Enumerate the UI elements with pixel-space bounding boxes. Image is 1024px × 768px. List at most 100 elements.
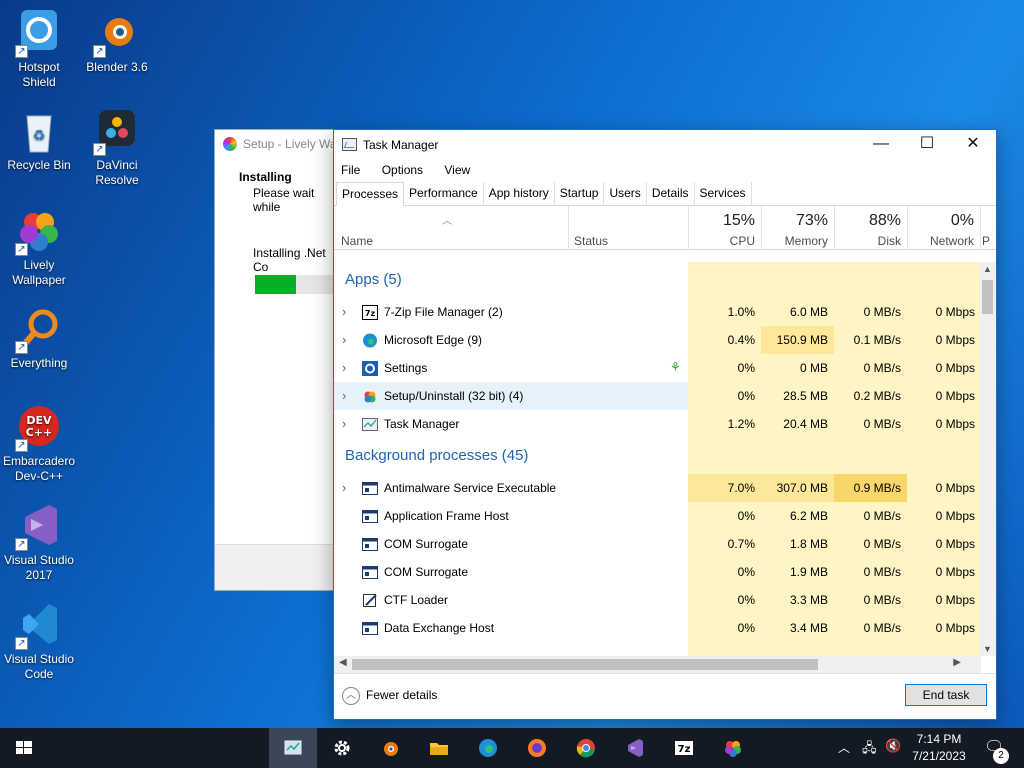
tab-app-history[interactable]: App history <box>484 182 555 205</box>
column-divider[interactable] <box>980 206 981 250</box>
desktop-icon-hotspot-shield[interactable]: ↗ Hotspot Shield <box>0 10 78 90</box>
process-name: Data Exchange Host <box>384 621 495 635</box>
background-rows: › Antimalware Service Executable 7.0% 307.0… <box>334 474 981 642</box>
desktop-icon-lively-wallpaper[interactable]: ↗ Lively Wallpaper <box>0 208 78 288</box>
menu-view[interactable]: View <box>444 163 470 177</box>
end-task-button[interactable]: End task <box>905 684 987 706</box>
desktop-icon-blender[interactable]: ↗ Blender 3.6 <box>78 10 156 75</box>
disk-value: 0.2 MB/s <box>853 389 901 403</box>
scroll-left-icon[interactable]: ◀ <box>339 657 347 668</box>
network-value: 0 Mbps <box>935 361 975 375</box>
taskbar-task-manager[interactable] <box>269 728 317 768</box>
show-hidden-icons-chevron-icon[interactable]: ︿ <box>838 739 850 768</box>
shortcut-arrow-icon: ↗ <box>93 143 106 156</box>
column-cpu[interactable]: 15% CPU <box>688 206 761 250</box>
process-name: COM Surrogate <box>384 537 469 551</box>
tab-details[interactable]: Details <box>647 182 695 205</box>
disk-value: 0 MB/s <box>863 621 901 635</box>
desktop-icon-vscode[interactable]: ↗ Visual Studio Code <box>0 602 78 682</box>
expand-chevron-icon[interactable]: › <box>342 326 346 354</box>
start-button[interactable] <box>0 728 48 768</box>
table-row[interactable]: COM Surrogate 0% 1.9 MB 0 MB/s 0 Mbps <box>334 558 981 586</box>
desktop-icon-label: Everything <box>10 356 68 370</box>
network-value: 0 Mbps <box>935 389 975 403</box>
tab-performance[interactable]: Performance <box>404 182 484 205</box>
desktop-icon-everything[interactable]: ↗ Everything <box>0 306 78 371</box>
setup-heading: Installing <box>239 170 292 184</box>
desktop-icon-devcpp[interactable]: DEV C++ ↗ Embarcadero Dev-C++ <box>0 404 78 484</box>
expand-chevron-icon[interactable]: › <box>342 474 346 502</box>
maximize-button[interactable]: ☐ <box>904 130 950 160</box>
vertical-scrollbar[interactable]: ▲ ▼ <box>979 262 996 656</box>
taskbar-chrome[interactable] <box>562 728 610 768</box>
table-row[interactable]: CTF Loader 0% 3.3 MB 0 MB/s 0 Mbps <box>334 586 981 614</box>
taskbar-edge[interactable] <box>464 728 512 768</box>
column-status[interactable]: Status <box>574 234 608 248</box>
column-power[interactable]: P <box>982 206 996 250</box>
taskbar: 7z ︿ 🖧 🔇 7:14 PM 7/21/2023 🗨 2 <box>0 728 1024 768</box>
tab-users[interactable]: Users <box>604 182 647 205</box>
system-clock[interactable]: 7:14 PM 7/21/2023 <box>908 731 970 765</box>
taskbar-settings[interactable] <box>318 728 366 768</box>
window-footer: ︿ Fewer details End task <box>334 673 996 719</box>
column-divider[interactable] <box>568 206 569 250</box>
tab-services[interactable]: Services <box>695 182 752 205</box>
table-row[interactable]: › Antimalware Service Executable 7.0% 307.0… <box>334 474 981 502</box>
table-row[interactable]: › Setup/Uninstall (32 bit) (4) 0% 28.5 MB 0.… <box>334 382 981 410</box>
menu-options[interactable]: Options <box>382 163 423 177</box>
desktop-icon-label: DaVinci Resolve <box>95 158 139 187</box>
table-row[interactable]: Data Exchange Host 0% 3.4 MB 0 MB/s 0 Mbps <box>334 614 981 642</box>
column-network[interactable]: 0% Network <box>907 206 980 250</box>
setup-title-bar[interactable]: Setup - Lively Wa <box>215 130 343 160</box>
taskbar-lively-wallpaper[interactable] <box>709 728 757 768</box>
taskbar-blender[interactable] <box>366 728 414 768</box>
menu-file[interactable]: File <box>341 163 360 177</box>
table-row[interactable]: › Task Manager 1.2% 20.4 MB 0 MB/s 0 Mbps <box>334 410 981 438</box>
desktop-icon-recycle-bin[interactable]: ♻ Recycle Bin <box>0 108 78 173</box>
task-manager-window[interactable]: Task Manager — ☐ ✕ File Options View Pro… <box>333 129 997 720</box>
network-value: 0 Mbps <box>935 481 975 495</box>
disk-value: 0 MB/s <box>863 565 901 579</box>
desktop-icon-davinci-resolve[interactable]: ↗ DaVinci Resolve <box>78 108 156 188</box>
fewer-details-button[interactable]: ︿ Fewer details <box>342 687 437 705</box>
cpu-value: 0.4% <box>727 333 755 347</box>
network-icon[interactable]: 🖧 <box>862 739 877 768</box>
setup-window[interactable]: Setup - Lively Wa Installing Please wait… <box>214 129 345 591</box>
scroll-thumb-horizontal[interactable] <box>352 659 818 670</box>
table-row[interactable]: › Microsoft Edge (9) 0.4% 150.9 MB 0.1 MB/s 0… <box>334 326 981 354</box>
column-name[interactable]: Name <box>341 234 373 248</box>
desktop-icon-visual-studio[interactable]: ↗ Visual Studio 2017 <box>0 503 78 583</box>
table-row[interactable]: › Settings ⚘ 0% 0 MB 0 MB/s 0 Mbps <box>334 354 981 382</box>
minimize-button[interactable]: — <box>858 130 904 160</box>
expand-chevron-icon[interactable]: › <box>342 354 346 382</box>
taskbar-firefox[interactable] <box>513 728 561 768</box>
expand-chevron-icon[interactable]: › <box>342 410 346 438</box>
taskbar-7zip[interactable]: 7z <box>660 728 708 768</box>
tab-startup[interactable]: Startup <box>555 182 605 205</box>
network-value: 0 Mbps <box>935 509 975 523</box>
desktop-icon-label: Blender 3.6 <box>86 60 148 74</box>
table-row[interactable]: Application Frame Host 0% 6.2 MB 0 MB/s 0 Mb… <box>334 502 981 530</box>
scroll-up-icon[interactable]: ▲ <box>979 264 996 274</box>
memory-value: 1.8 MB <box>789 537 828 551</box>
disk-value: 0.1 MB/s <box>853 333 901 347</box>
memory-value: 3.3 MB <box>789 593 828 607</box>
column-disk[interactable]: 88% Disk <box>834 206 907 250</box>
scroll-down-icon[interactable]: ▼ <box>979 644 996 654</box>
expand-chevron-icon[interactable]: › <box>342 298 346 326</box>
volume-muted-icon[interactable]: 🔇 <box>885 738 901 768</box>
taskbar-visual-studio[interactable] <box>611 728 659 768</box>
column-memory[interactable]: 73% Memory <box>761 206 834 250</box>
title-bar[interactable]: Task Manager — ☐ ✕ <box>334 130 996 160</box>
taskbar-file-explorer[interactable] <box>415 728 463 768</box>
close-button[interactable]: ✕ <box>950 130 996 160</box>
network-value: 0 Mbps <box>935 305 975 319</box>
table-row[interactable]: COM Surrogate 0.7% 1.8 MB 0 MB/s 0 Mbps <box>334 530 981 558</box>
process-rows: Apps (5) › 7z 7-Zip File Manager (2) 1.0% 6.… <box>334 262 981 642</box>
tab-processes[interactable]: Processes <box>336 182 405 206</box>
table-row[interactable]: › 7z 7-Zip File Manager (2) 1.0% 6.0 MB 0 MB/… <box>334 298 981 326</box>
scroll-thumb[interactable] <box>982 280 993 314</box>
scroll-right-icon[interactable]: ▶ <box>953 657 961 668</box>
horizontal-scrollbar[interactable]: ◀ ▶ <box>334 656 981 673</box>
expand-chevron-icon[interactable]: › <box>342 382 346 410</box>
